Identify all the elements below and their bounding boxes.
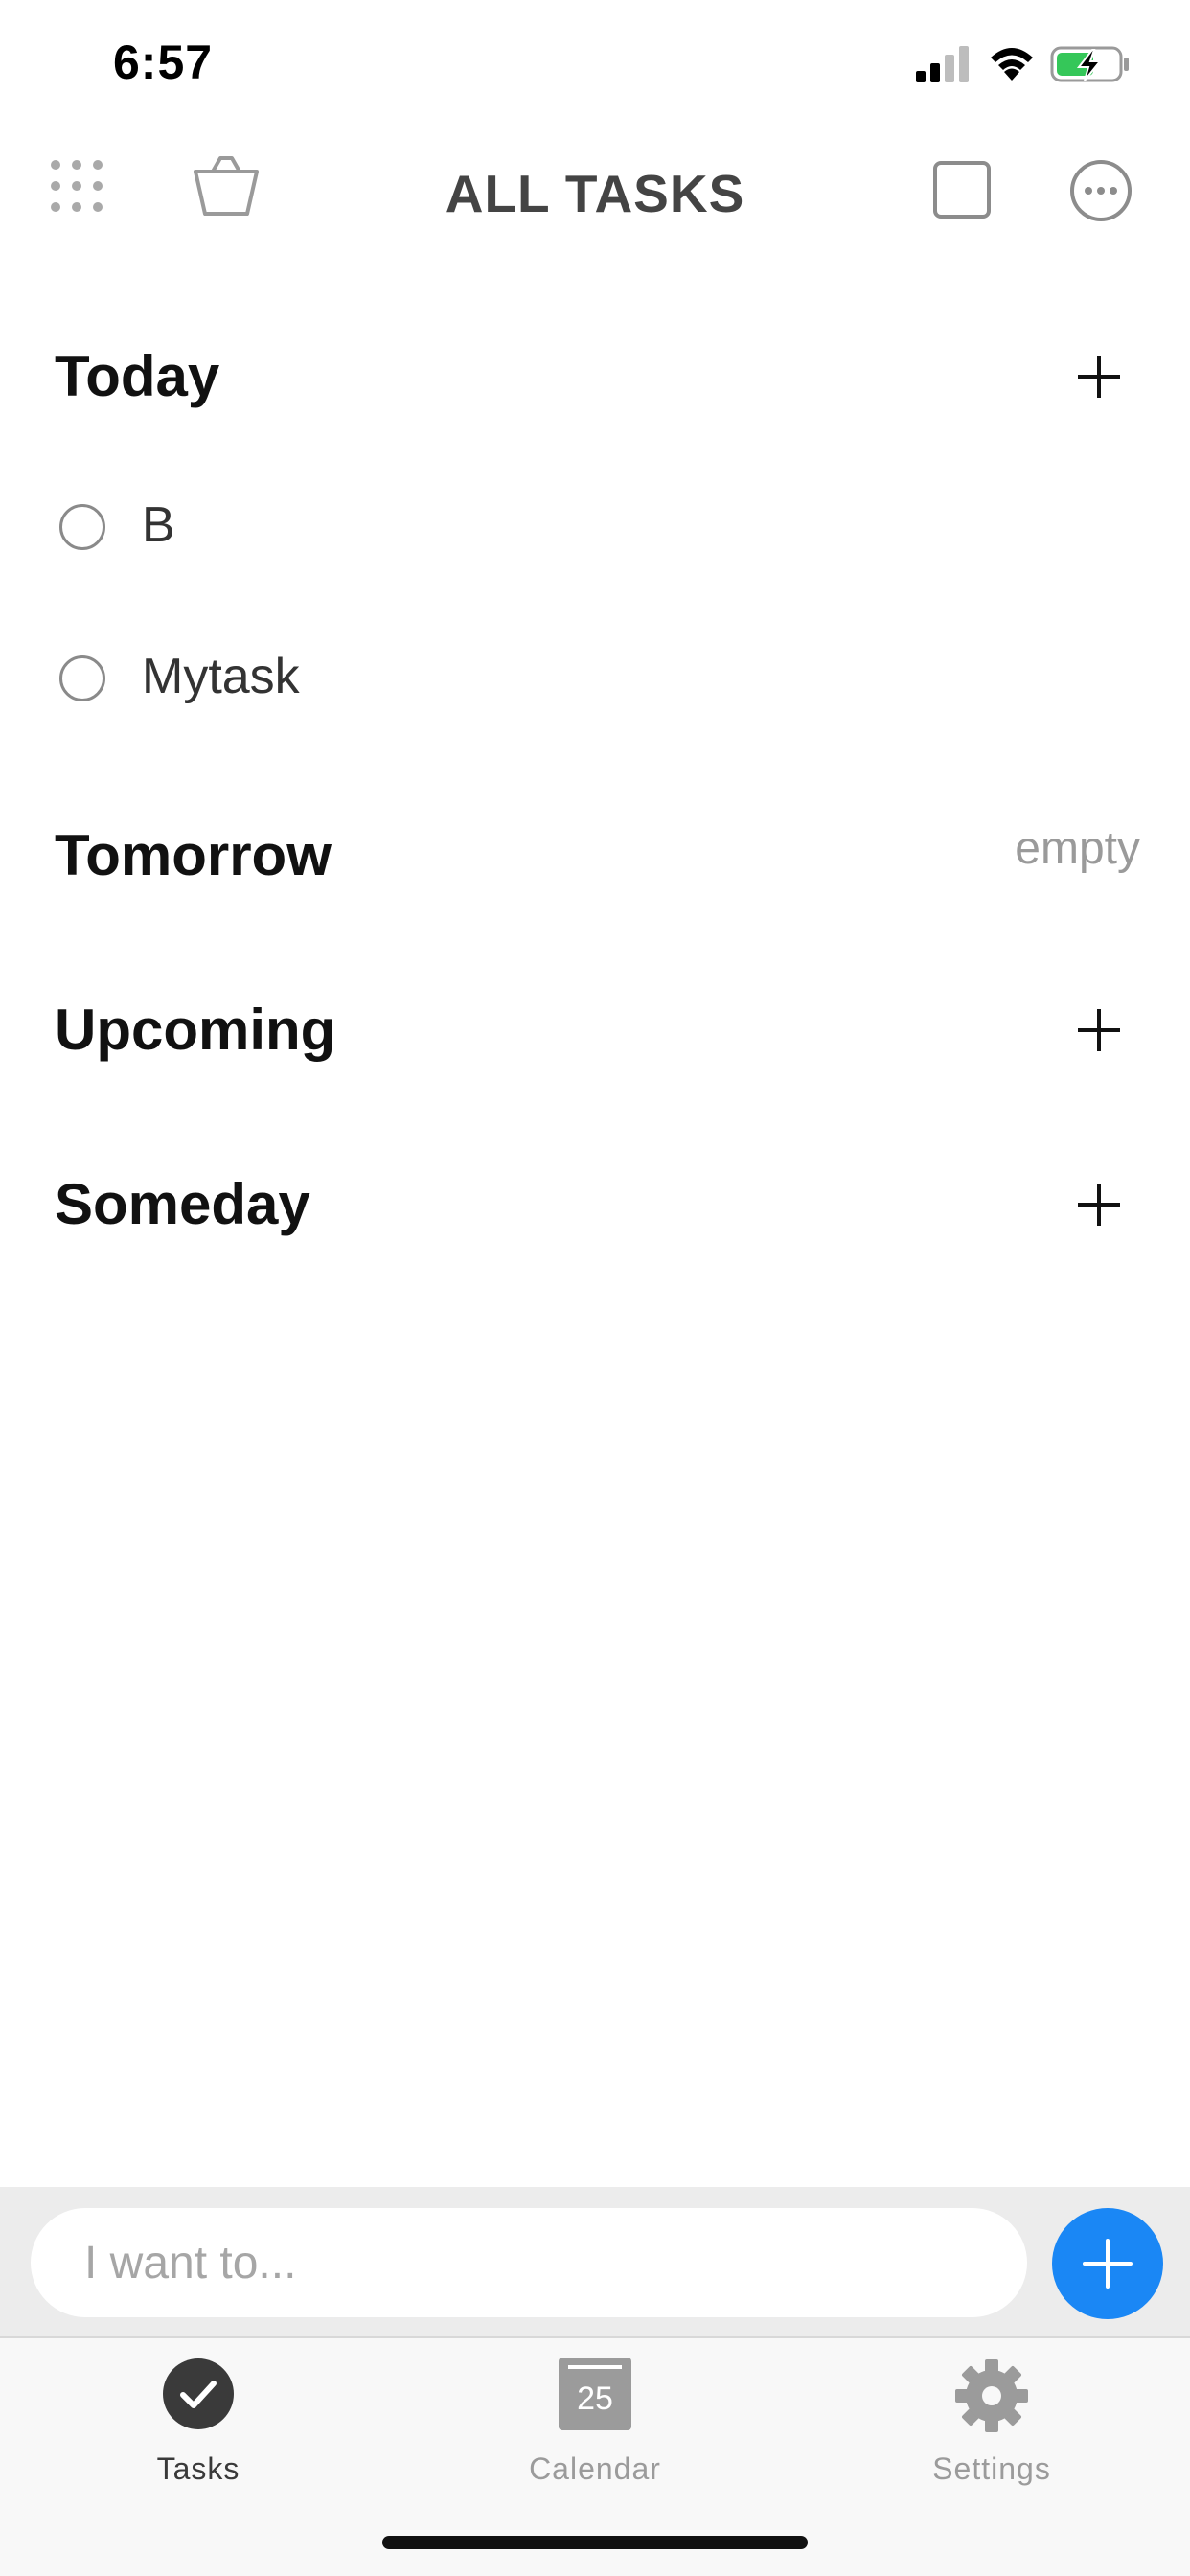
tab-label: Calendar: [529, 2451, 661, 2486]
quick-add-input[interactable]: [31, 2208, 1027, 2317]
task-checkbox[interactable]: [59, 656, 105, 702]
battery-charging-icon: [1050, 46, 1129, 82]
add-upcoming-button[interactable]: [1065, 997, 1133, 1064]
tab-tasks[interactable]: Tasks: [0, 2338, 397, 2520]
gear-icon: [955, 2359, 1028, 2432]
square-icon[interactable]: [931, 159, 993, 220]
screen: 6:57 ALL TASKS Today B Mytask Tomorrow e…: [0, 0, 1190, 2576]
plus-icon: [1078, 1184, 1120, 1226]
top-navigation-bar: ALL TASKS: [0, 144, 1190, 240]
quick-add-bar: [0, 2187, 1190, 2336]
section-tomorrow-header: Tomorrow empty: [0, 822, 1190, 918]
section-upcoming-header: Upcoming: [0, 997, 1190, 1092]
tab-settings[interactable]: Settings: [793, 2338, 1190, 2520]
task-checkbox[interactable]: [59, 504, 105, 550]
tab-label: Tasks: [156, 2451, 240, 2486]
page-title: ALL TASKS: [445, 164, 745, 223]
section-today-header: Today: [0, 343, 1190, 439]
home-indicator: [382, 2536, 808, 2549]
section-title: Today: [55, 344, 220, 408]
status-bar: 6:57: [0, 0, 1190, 126]
plus-icon: [1078, 356, 1120, 398]
section-title: Upcoming: [55, 998, 336, 1062]
task-label: B: [142, 497, 175, 553]
section-someday-header: Someday: [0, 1171, 1190, 1267]
add-task-button[interactable]: [1052, 2208, 1163, 2319]
add-someday-button[interactable]: [1065, 1171, 1133, 1238]
more-options-icon[interactable]: [1067, 157, 1134, 224]
calendar-day: 25: [577, 2380, 613, 2417]
section-title: Tomorrow: [55, 823, 332, 887]
add-today-button[interactable]: [1065, 343, 1133, 410]
calendar-icon: 25: [559, 2358, 631, 2430]
checkmark-circle-icon: [163, 2358, 234, 2429]
status-time: 6:57: [113, 35, 214, 89]
tab-label: Settings: [932, 2451, 1051, 2486]
section-title: Someday: [55, 1172, 310, 1236]
wifi-icon: [991, 48, 1033, 80]
task-row[interactable]: Mytask: [0, 631, 1190, 736]
plus-icon: [1083, 2239, 1133, 2288]
task-row[interactable]: B: [0, 479, 1190, 585]
plus-icon: [1078, 1009, 1120, 1051]
tab-calendar[interactable]: 25 Calendar: [397, 2338, 793, 2520]
task-label: Mytask: [142, 649, 300, 704]
empty-label: empty: [1015, 823, 1140, 874]
cellular-signal-icon: [916, 46, 969, 82]
